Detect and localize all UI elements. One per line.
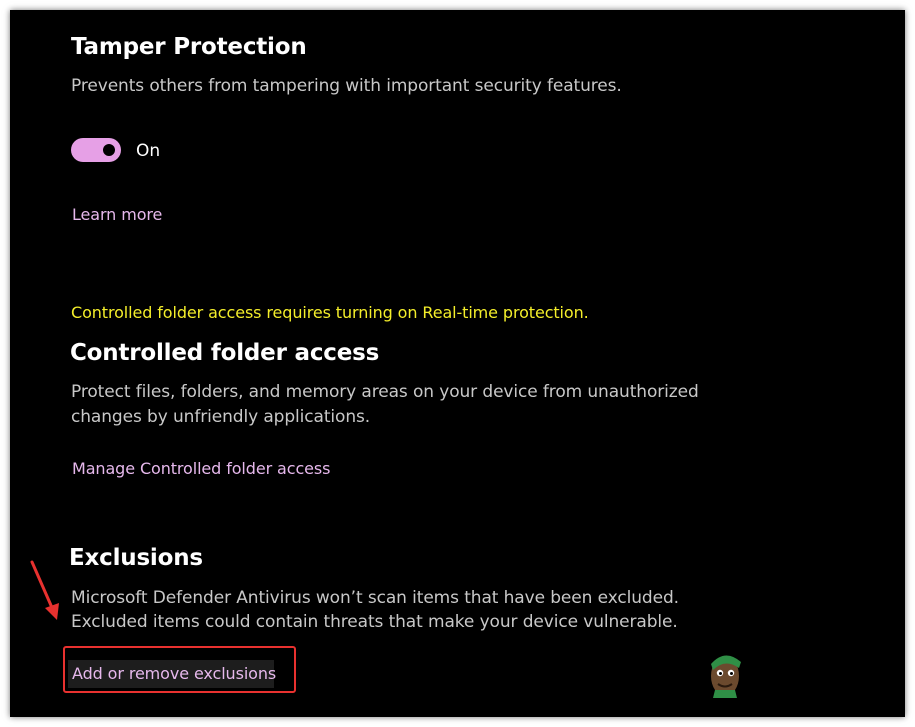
controlled-folder-access-title: Controlled folder access (70, 340, 380, 366)
tamper-protection-description: Prevents others from tampering with impo… (71, 76, 622, 96)
tamper-protection-toggle[interactable] (71, 138, 121, 162)
exclusions-title: Exclusions (69, 545, 203, 571)
tamper-protection-title: Tamper Protection (71, 34, 307, 60)
toggle-knob (103, 144, 115, 156)
exclusions-description-line2: Excluded items could contain threats tha… (71, 612, 678, 632)
controlled-folder-access-description-line2: changes by unfriendly applications. (71, 407, 371, 427)
exclusions-description-line1: Microsoft Defender Antivirus won’t scan … (71, 588, 679, 608)
learn-more-link[interactable]: Learn more (72, 205, 162, 224)
annotation-highlight-box (63, 646, 296, 693)
red-arrow-icon (30, 560, 59, 620)
appuals-logo-icon (711, 655, 741, 698)
defender-settings-panel: Tamper Protection Prevents others from t… (10, 10, 905, 717)
controlled-folder-access-warning: Controlled folder access requires turnin… (71, 303, 589, 322)
controlled-folder-access-description-line1: Protect files, folders, and memory areas… (71, 382, 699, 402)
tamper-protection-toggle-label: On (136, 141, 161, 161)
manage-controlled-folder-access-link[interactable]: Manage Controlled folder access (72, 459, 330, 478)
